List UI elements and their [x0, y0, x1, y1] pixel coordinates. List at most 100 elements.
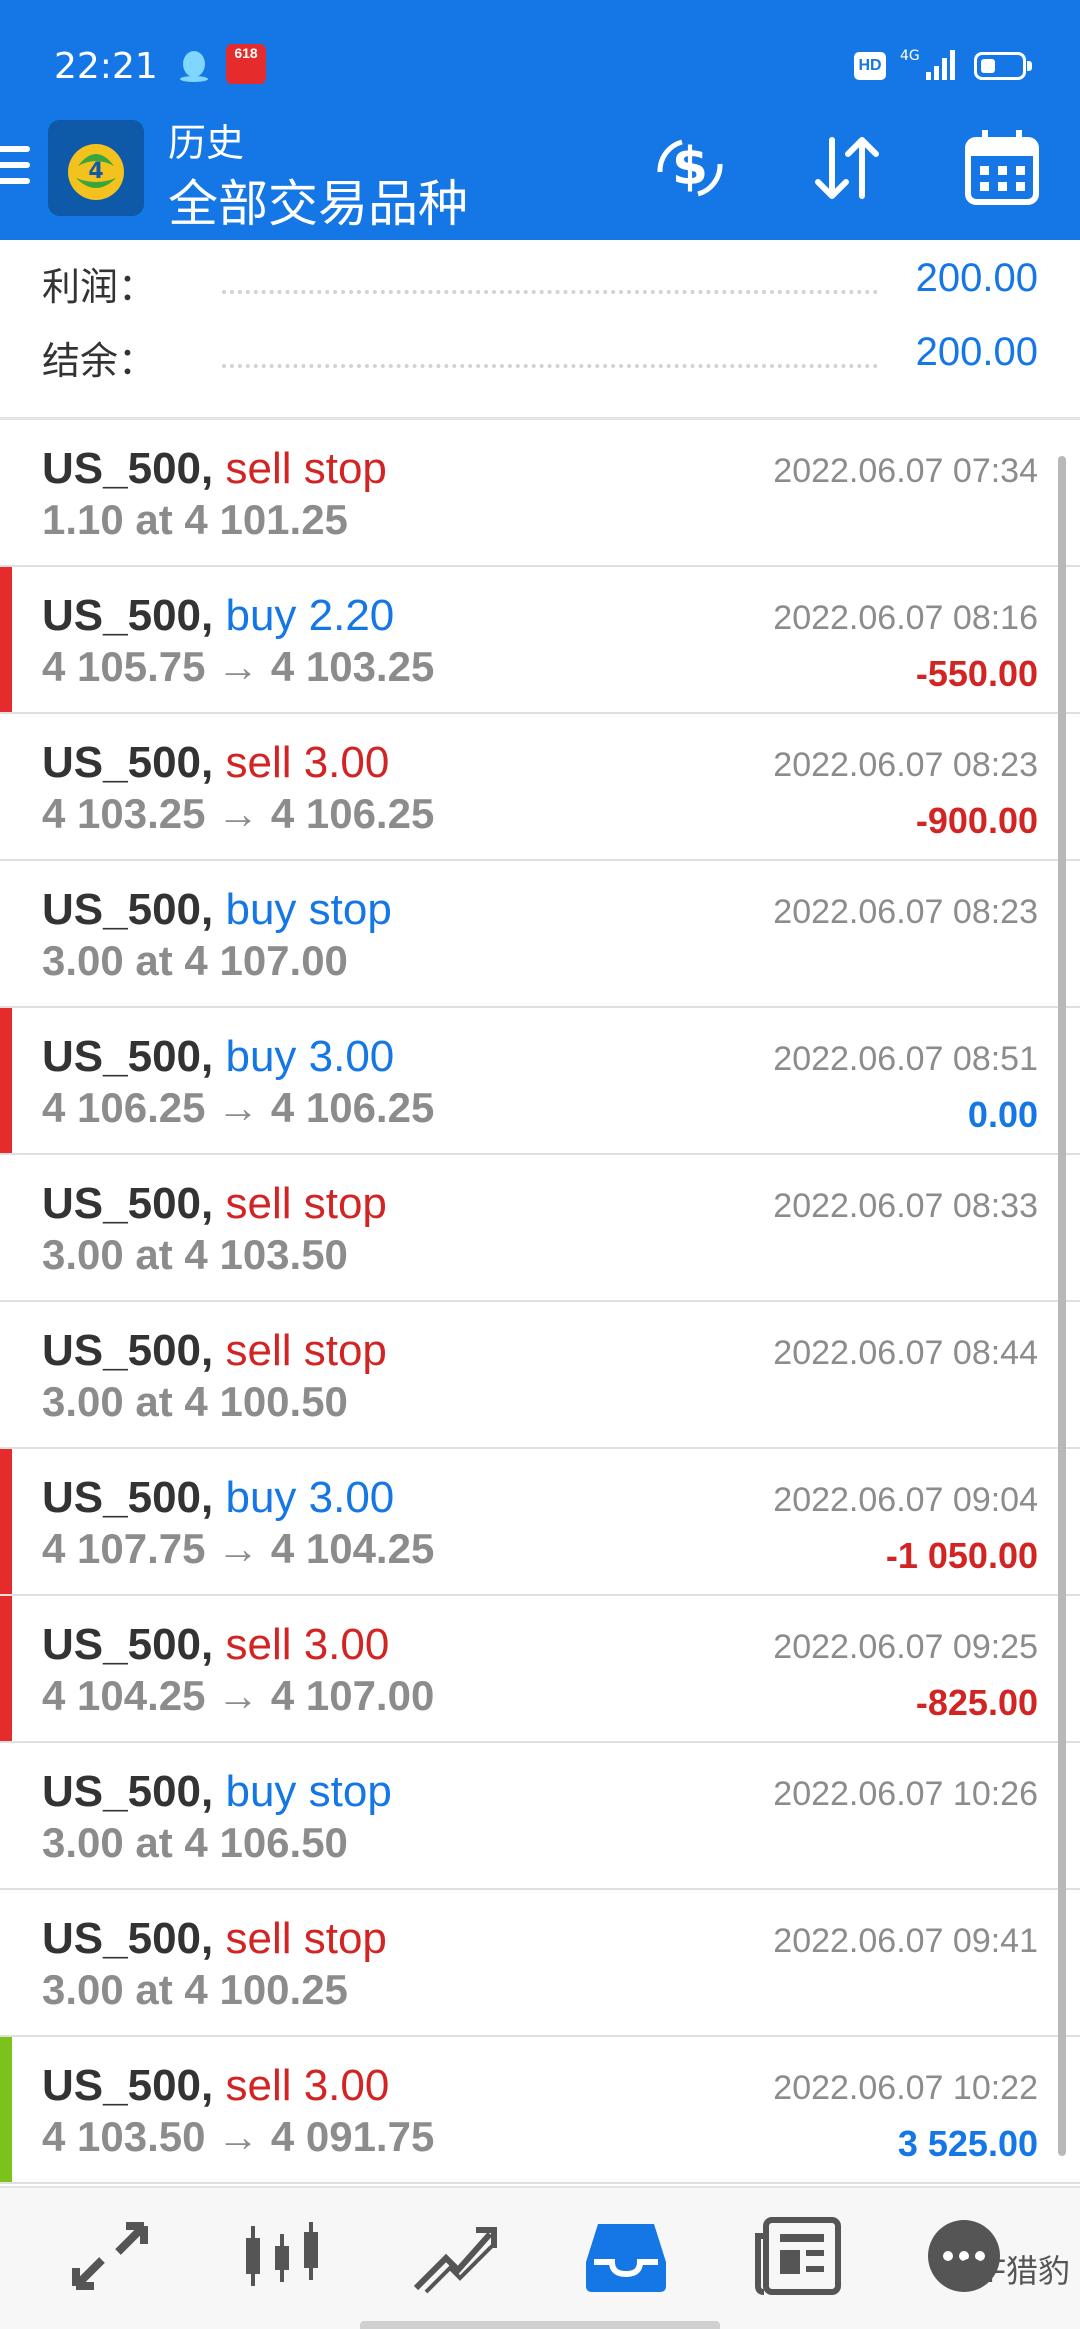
- watermark: @F猎豹: [953, 2253, 1070, 2289]
- trade-icon: [413, 2227, 497, 2294]
- menu-icon[interactable]: [0, 146, 30, 192]
- win-indicator-bar: [0, 2037, 12, 2182]
- nav-news[interactable]: [750, 2216, 846, 2296]
- trade-time: 2022.06.07 08:51: [773, 1040, 1038, 1078]
- trade-row[interactable]: US_500, sell 3.00 4 104.25 → 4 107.00 2022…: [0, 1596, 1080, 1743]
- trade-symbol: US_500,: [42, 1326, 214, 1375]
- trade-symbol: US_500,: [42, 1914, 214, 1963]
- summary-balance-label: 结余：: [42, 341, 157, 383]
- battery-icon: [974, 52, 1032, 80]
- trade-symbol: US_500,: [42, 1620, 214, 1669]
- trade-row[interactable]: US_500, buy 3.00 4 106.25 → 4 106.25 2022.…: [0, 1008, 1080, 1155]
- trade-time: 2022.06.07 08:44: [773, 1334, 1038, 1372]
- trade-detail: 3.00 at 4 103.50: [42, 1231, 348, 1278]
- trade-type: buy 2.20: [225, 591, 395, 640]
- summary-profit-row: 利润： 200.00: [42, 256, 1038, 316]
- trade-detail: 3.00 at 4 100.50: [42, 1378, 348, 1425]
- trade-profit: -900.00: [915, 800, 1038, 841]
- summary-profit-value: 200.00: [915, 256, 1038, 300]
- trade-type: buy 3.00: [225, 1032, 395, 1081]
- trade-detail: 3.00 at 4 107.00: [42, 937, 348, 984]
- trade-time: 2022.06.07 08:33: [773, 1187, 1038, 1225]
- trade-row[interactable]: US_500, sell stop 1.10 at 4 101.25 2022.06…: [0, 420, 1080, 567]
- trade-row[interactable]: US_500, sell stop 3.00 at 4 100.50 2022.06…: [0, 1302, 1080, 1449]
- trade-row[interactable]: US_500, sell 3.00 4 103.25 → 4 106.25 2022…: [0, 714, 1080, 861]
- trade-time: 2022.06.07 10:22: [773, 2069, 1038, 2107]
- nav-quotes[interactable]: [62, 2216, 158, 2296]
- nav-trade[interactable]: [406, 2216, 502, 2296]
- trade-header: US_500, sell 3.00: [42, 1620, 389, 1670]
- bottom-navigation: [0, 2186, 1080, 2329]
- trade-header: US_500, sell stop: [42, 1914, 387, 1964]
- loss-indicator-bar: [0, 567, 12, 712]
- dotted-leader: [222, 290, 878, 294]
- trade-time: 2022.06.07 09:41: [773, 1922, 1038, 1960]
- loss-indicator-bar: [0, 1008, 12, 1153]
- trade-row[interactable]: US_500, buy 3.00 4 107.75 → 4 104.25 2022.…: [0, 1449, 1080, 1596]
- date-filter-button[interactable]: [954, 120, 1050, 216]
- trade-symbol: US_500,: [42, 2061, 214, 2110]
- trade-type: sell 3.00: [225, 1620, 390, 1669]
- trade-header: US_500, buy 2.20: [42, 591, 394, 641]
- page-title[interactable]: 全部交易品种: [168, 164, 468, 236]
- hd-icon: HD: [854, 52, 886, 80]
- trade-detail: 4 107.75 → 4 104.25: [42, 1525, 435, 1572]
- trade-time: 2022.06.07 08:23: [773, 746, 1038, 784]
- trade-header: US_500, buy stop: [42, 1767, 392, 1817]
- home-indicator[interactable]: [360, 2321, 720, 2329]
- sort-button[interactable]: [798, 120, 894, 216]
- summary-panel: 利润： 200.00 结余： 200.00: [0, 240, 1080, 420]
- loss-indicator-bar: [0, 1596, 12, 1741]
- app-logo: 4: [48, 120, 144, 216]
- trade-symbol: US_500,: [42, 1179, 214, 1228]
- trade-profit: 3 525.00: [897, 2123, 1038, 2164]
- trade-time: 2022.06.07 08:16: [773, 599, 1038, 637]
- trade-row[interactable]: US_500, sell stop 3.00 at 4 100.25 2022.06…: [0, 1890, 1080, 2037]
- trade-row[interactable]: US_500, buy stop 3.00 at 4 106.50 2022.06.…: [0, 1743, 1080, 1890]
- currency-exchange-icon: $: [657, 137, 723, 197]
- trade-time: 2022.06.07 10:26: [773, 1775, 1038, 1813]
- trade-symbol: US_500,: [42, 444, 214, 493]
- signal-4g-icon: 4G: [900, 48, 955, 80]
- trade-row[interactable]: US_500, buy stop 3.00 at 4 107.00 2022.06.…: [0, 861, 1080, 1008]
- trade-type: buy stop: [225, 885, 392, 934]
- quotes-icon: [72, 2222, 148, 2290]
- trade-detail: 3.00 at 4 100.25: [42, 1966, 348, 2013]
- trade-detail: 3.00 at 4 106.50: [42, 1819, 348, 1866]
- summary-balance-value: 200.00: [915, 330, 1038, 374]
- nav-chart[interactable]: [234, 2216, 330, 2296]
- trade-symbol: US_500,: [42, 738, 214, 787]
- calendar-icon: [965, 130, 1039, 205]
- trade-time: 2022.06.07 07:34: [773, 452, 1038, 490]
- scrollbar[interactable]: [1058, 456, 1066, 2156]
- trade-time: 2022.06.07 09:04: [773, 1481, 1038, 1519]
- deposit-button[interactable]: $: [642, 120, 738, 216]
- trade-type: sell stop: [225, 1914, 387, 1963]
- trade-header: US_500, sell stop: [42, 1326, 387, 1376]
- trade-detail: 4 105.75 → 4 103.25: [42, 643, 435, 690]
- trade-row[interactable]: US_500, buy 2.20 4 105.75 → 4 103.25 2022.…: [0, 567, 1080, 714]
- summary-balance-row: 结余： 200.00: [42, 330, 1038, 390]
- trade-header: US_500, sell 3.00: [42, 2061, 389, 2111]
- qq-notification-icon: [180, 51, 208, 82]
- trade-profit: -1 050.00: [885, 1535, 1038, 1576]
- app-bar: 22:21 618 HD 4G 4 历史 全部交易品种 $: [0, 0, 1080, 240]
- trade-detail: 4 106.25 → 4 106.25: [42, 1084, 435, 1131]
- trade-row[interactable]: US_500, sell stop 3.00 at 4 103.50 2022.06…: [0, 1155, 1080, 1302]
- trade-detail: 4 103.50 → 4 091.75: [42, 2113, 435, 2160]
- trade-history-list: US_500, sell stop 1.10 at 4 101.25 2022.06…: [0, 420, 1080, 2184]
- trade-symbol: US_500,: [42, 1032, 214, 1081]
- nav-history[interactable]: [578, 2216, 674, 2296]
- trade-header: US_500, buy 3.00: [42, 1473, 394, 1523]
- trade-header: US_500, buy stop: [42, 885, 392, 935]
- news-icon: [755, 2217, 841, 2295]
- trade-symbol: US_500,: [42, 885, 214, 934]
- sort-icon: [815, 137, 879, 199]
- shopping-badge-icon: 618: [226, 44, 266, 84]
- status-time: 22:21: [54, 46, 158, 87]
- history-icon: [586, 2224, 666, 2292]
- trade-row[interactable]: US_500, sell 3.00 4 103.50 → 4 091.75 2022…: [0, 2037, 1080, 2184]
- trade-type: sell 3.00: [225, 738, 390, 787]
- trade-time: 2022.06.07 09:25: [773, 1628, 1038, 1666]
- loss-indicator-bar: [0, 1449, 12, 1594]
